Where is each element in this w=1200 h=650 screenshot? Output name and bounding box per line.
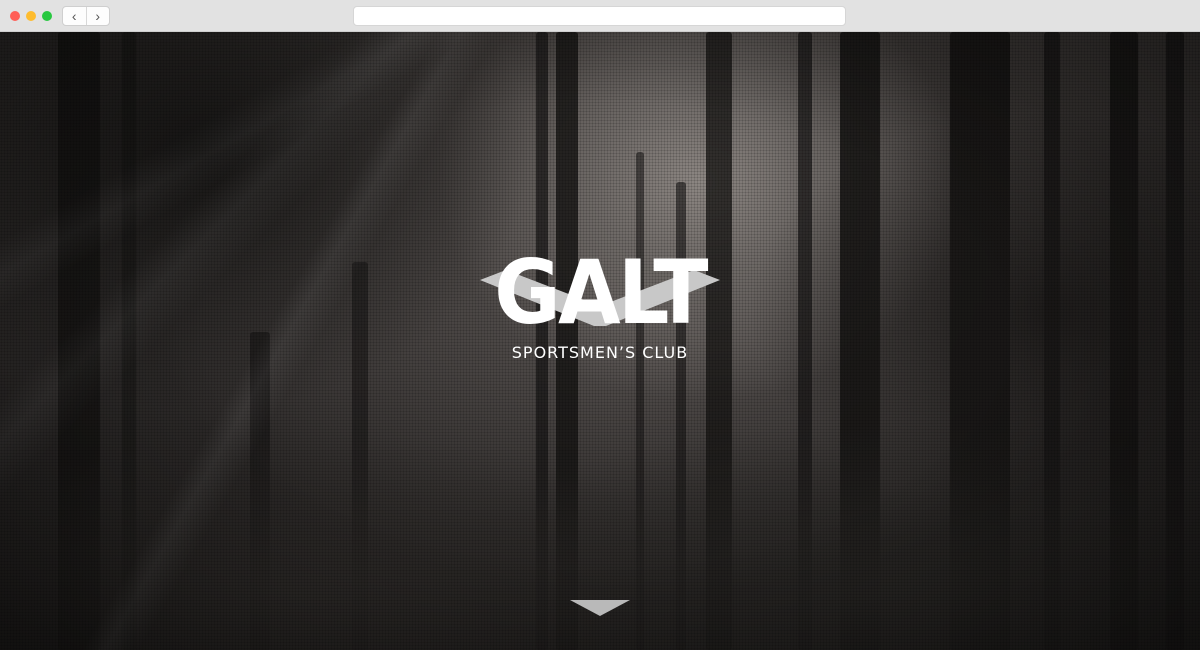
chevron-right-icon: › bbox=[95, 8, 101, 24]
close-window-button[interactable] bbox=[10, 11, 20, 21]
chevron-left-icon: ‹ bbox=[71, 8, 77, 24]
scroll-down-button[interactable] bbox=[570, 600, 630, 616]
back-button[interactable]: ‹ bbox=[63, 7, 86, 25]
address-bar[interactable] bbox=[353, 6, 846, 26]
galt-logo[interactable]: GALT SPORTSMEN’S CLUB bbox=[478, 248, 722, 368]
forward-button[interactable]: › bbox=[85, 7, 110, 25]
minimize-window-button[interactable] bbox=[26, 11, 36, 21]
browser-window: ‹ › GALT SPORTSMEN’S CLUB bbox=[0, 0, 1200, 650]
nav-buttons: ‹ › bbox=[62, 6, 110, 26]
maximize-window-button[interactable] bbox=[42, 11, 52, 21]
browser-toolbar: ‹ › bbox=[0, 0, 1200, 32]
logo-subtitle: SPORTSMEN’S CLUB bbox=[511, 343, 689, 362]
logo-wordmark: GALT bbox=[494, 241, 708, 344]
triangle-down-icon bbox=[570, 600, 630, 616]
hero-section: GALT SPORTSMEN’S CLUB bbox=[0, 32, 1200, 650]
